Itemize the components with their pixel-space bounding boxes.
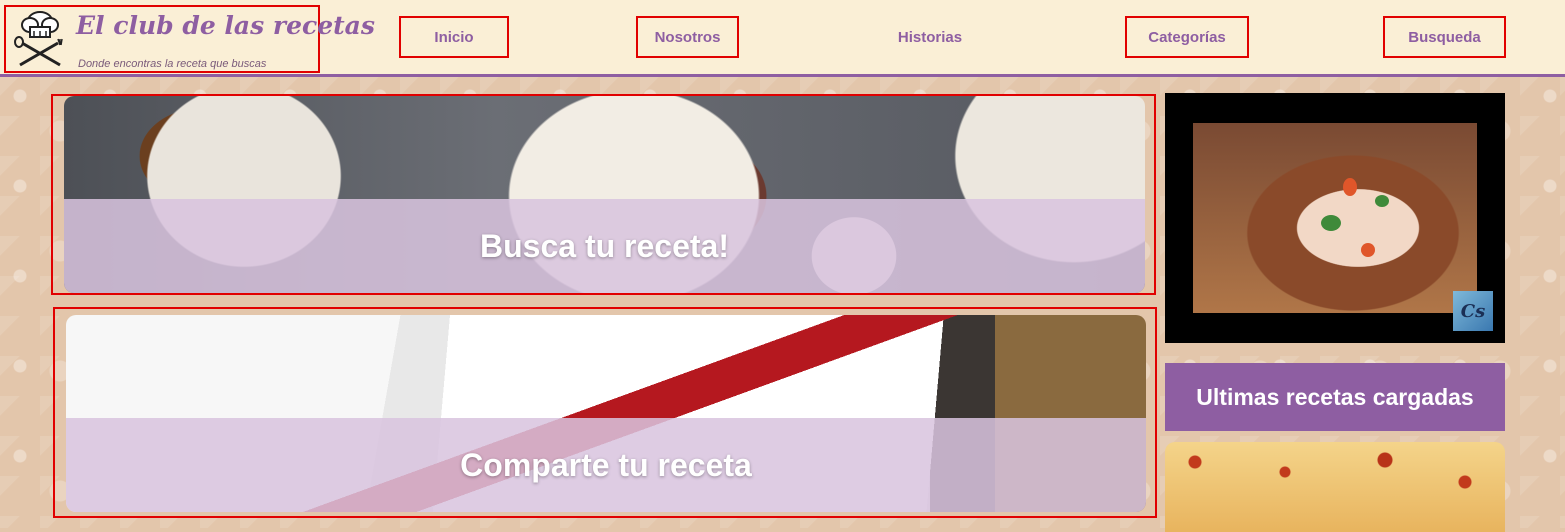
food-plates-image: Busca tu receta! bbox=[64, 96, 1145, 293]
share-recipe-banner[interactable]: Comparte tu receta bbox=[53, 307, 1157, 518]
video-player[interactable]: Cs bbox=[1165, 93, 1505, 343]
soup-bowl-video-frame bbox=[1193, 123, 1477, 313]
latest-recipe-thumbnail[interactable] bbox=[1165, 442, 1505, 532]
banner-overlay: Comparte tu receta bbox=[66, 418, 1146, 512]
channel-logo-icon: Cs bbox=[1453, 291, 1493, 331]
search-recipe-label: Busca tu receta! bbox=[480, 227, 729, 264]
nav-categorias[interactable]: Categorías bbox=[1125, 16, 1249, 58]
nav-historias[interactable]: Historias bbox=[880, 16, 980, 58]
search-recipe-banner[interactable]: Busca tu receta! bbox=[51, 94, 1156, 295]
carrot-piece bbox=[1361, 243, 1375, 257]
nav-inicio[interactable]: Inicio bbox=[399, 16, 509, 58]
chef-hat-utensils-icon bbox=[14, 11, 63, 67]
nav-nosotros[interactable]: Nosotros bbox=[636, 16, 739, 58]
carrot-piece bbox=[1343, 178, 1357, 196]
brand-tagline: Donde encontras la receta que buscas bbox=[78, 58, 267, 70]
herb-leaf bbox=[1321, 215, 1341, 231]
site-header: El club de las recetas Donde encontras l… bbox=[0, 0, 1565, 77]
herb-leaf bbox=[1375, 195, 1389, 207]
recipe-card-image: Comparte tu receta bbox=[66, 315, 1146, 512]
logo-link[interactable]: El club de las recetas Donde encontras l… bbox=[4, 5, 375, 73]
nav-busqueda[interactable]: Busqueda bbox=[1383, 16, 1506, 58]
brand-title: El club de las recetas bbox=[76, 11, 375, 40]
share-recipe-label: Comparte tu receta bbox=[460, 446, 752, 483]
latest-recipes-heading: Ultimas recetas cargadas bbox=[1165, 363, 1505, 431]
banner-overlay: Busca tu receta! bbox=[64, 199, 1145, 293]
